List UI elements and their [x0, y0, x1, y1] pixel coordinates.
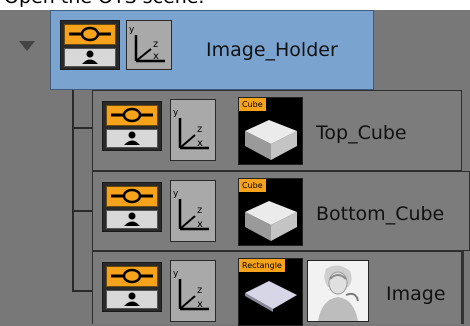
tree-line-vertical: [72, 80, 74, 290]
portrait-thumbnail-icon: [308, 261, 368, 321]
node-name-bottom-cube: Bottom_Cube: [316, 203, 445, 225]
visibility-lock-control[interactable]: [60, 20, 120, 70]
person-icon: [82, 50, 98, 64]
eye-icon: [111, 107, 153, 123]
axis-icon: y z x: [129, 25, 165, 63]
svg-text:z: z: [197, 124, 202, 135]
svg-text:x: x: [197, 219, 203, 230]
tree-line-branch-1: [72, 127, 92, 129]
tree-node-image-holder[interactable]: y z x Image_Holder: [50, 10, 374, 90]
geometry-tag: Cube: [239, 98, 266, 111]
svg-text:z: z: [153, 39, 158, 50]
axis-icon: y z x: [173, 189, 209, 231]
lock-toggle[interactable]: [106, 210, 158, 229]
eye-icon: [111, 268, 153, 284]
axis-button[interactable]: y z x: [170, 99, 216, 161]
svg-text:y: y: [129, 25, 135, 35]
node-name-top-cube: Top_Cube: [316, 122, 407, 144]
svg-text:y: y: [173, 108, 179, 118]
tree-node-image[interactable]: y z x Rectangle Image: [92, 251, 462, 326]
visibility-toggle[interactable]: [106, 105, 158, 126]
node-name-image: Image: [386, 283, 446, 305]
image-thumbnail[interactable]: [307, 260, 369, 322]
axis-button[interactable]: y z x: [170, 260, 216, 322]
tree-line-branch-3: [72, 290, 92, 292]
visibility-lock-control[interactable]: [102, 182, 162, 232]
svg-text:x: x: [197, 299, 203, 310]
svg-text:x: x: [197, 138, 203, 149]
tree-line-branch-2: [72, 210, 92, 212]
eye-icon: [69, 26, 111, 42]
geometry-thumbnail[interactable]: Cube: [238, 97, 303, 165]
svg-text:y: y: [173, 269, 179, 279]
visibility-toggle[interactable]: [106, 186, 158, 207]
axis-icon: y z x: [173, 269, 209, 311]
person-icon: [124, 131, 140, 145]
expand-collapse-arrow-icon[interactable]: [19, 41, 35, 51]
svg-text:y: y: [173, 189, 179, 199]
axis-button[interactable]: y z x: [126, 20, 172, 70]
person-icon: [124, 212, 140, 226]
visibility-lock-control[interactable]: [102, 262, 162, 312]
svg-text:z: z: [197, 285, 202, 296]
geometry-thumbnail[interactable]: Rectangle: [238, 258, 303, 326]
visibility-toggle[interactable]: [106, 266, 158, 287]
svg-text:z: z: [197, 205, 202, 216]
svg-text:x: x: [153, 51, 159, 62]
axis-button[interactable]: y z x: [170, 180, 216, 242]
geometry-thumbnail[interactable]: Cube: [238, 178, 303, 246]
caption-strip: Open the OTS scene.: [0, 0, 470, 10]
visibility-lock-control[interactable]: [102, 101, 162, 151]
tree-node-bottom-cube[interactable]: y z x Cube Bottom_Cube: [92, 171, 470, 251]
person-icon: [124, 292, 140, 306]
lock-toggle[interactable]: [106, 290, 158, 309]
lock-toggle[interactable]: [106, 129, 158, 148]
geometry-tag: Cube: [239, 179, 266, 192]
axis-icon: y z x: [173, 108, 209, 150]
eye-icon: [111, 188, 153, 204]
lock-toggle[interactable]: [64, 48, 116, 67]
tree-node-top-cube[interactable]: y z x Cube Top_Cube: [92, 90, 462, 171]
panel-edge-divider: [462, 251, 464, 324]
caption-text: Open the OTS scene.: [4, 0, 204, 8]
node-name-image-holder: Image_Holder: [206, 39, 338, 61]
geometry-tag: Rectangle: [239, 259, 285, 272]
visibility-toggle[interactable]: [64, 24, 116, 45]
